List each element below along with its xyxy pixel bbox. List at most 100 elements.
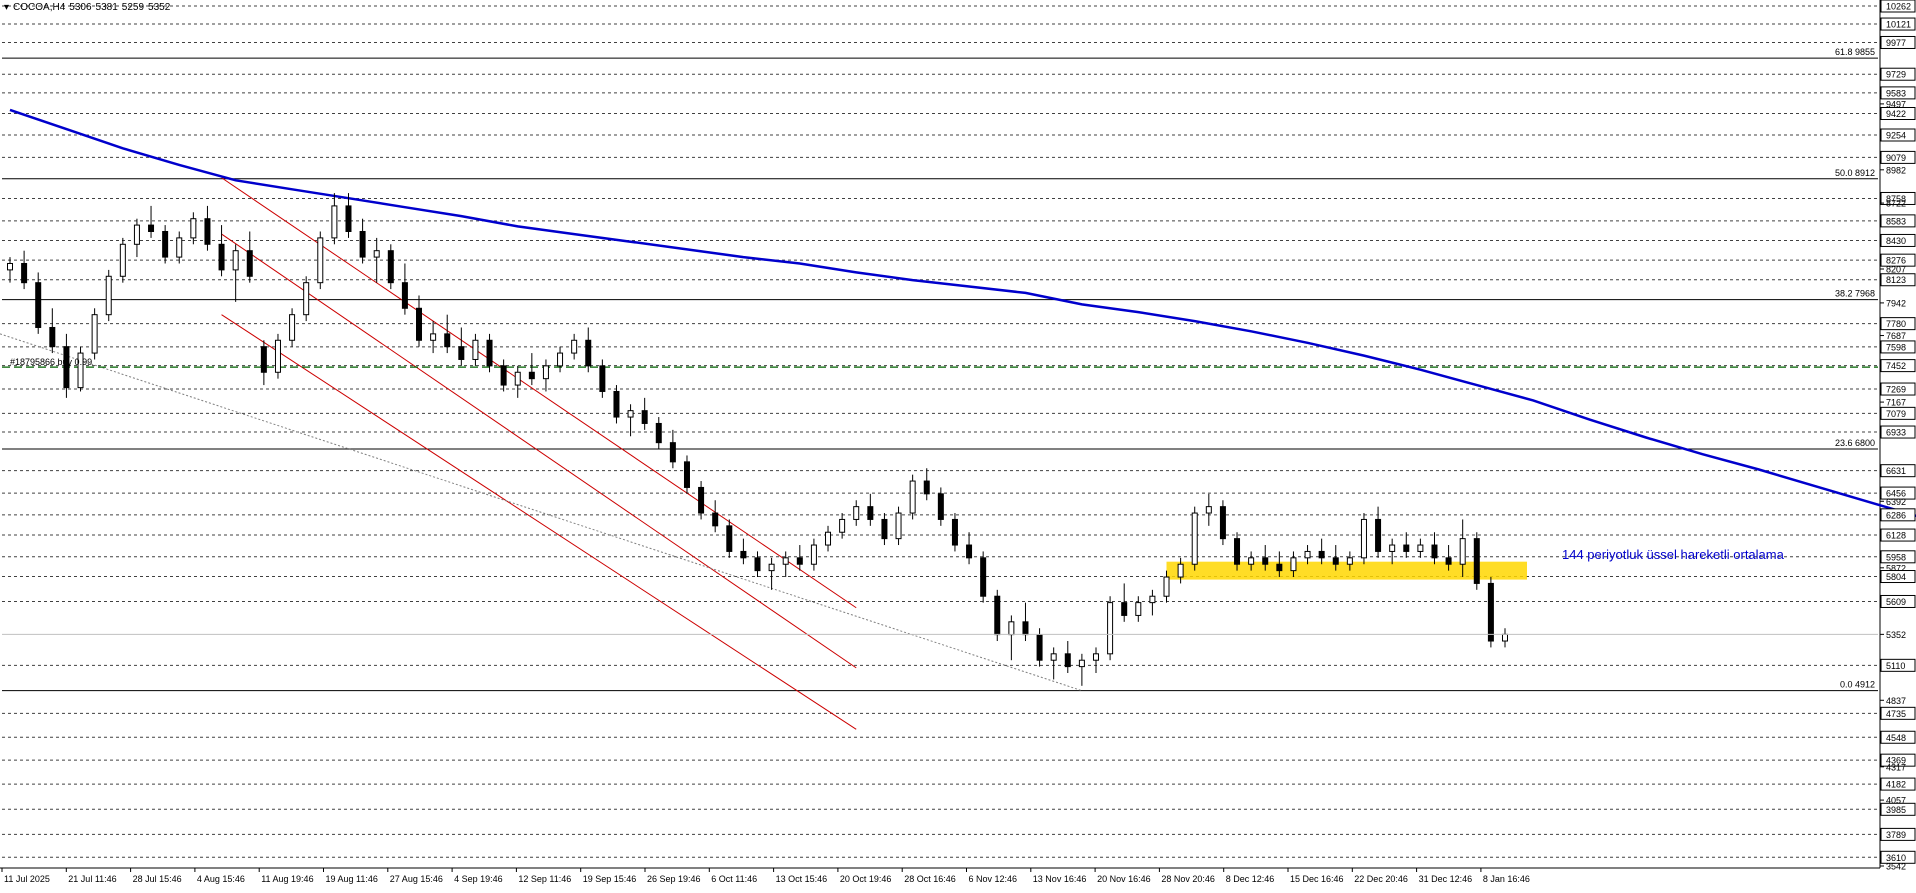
candle [1304, 545, 1311, 565]
candle [1318, 538, 1325, 565]
candle-body-down [613, 390, 620, 418]
candle [49, 308, 56, 354]
candle [500, 359, 507, 392]
candle-body-down [951, 518, 958, 546]
candle-body-down [599, 365, 606, 392]
candle [1417, 538, 1424, 558]
time-label: 22 Dec 20:46 [1354, 874, 1408, 884]
chart-area[interactable]: 61.8 9855 50.0 8912 38.2 7968 23.6 6800 0.0 … [0, 0, 1916, 888]
candle-body-up [895, 512, 902, 540]
chart-toggle-icon[interactable]: ▾ [4, 2, 9, 13]
candle [782, 551, 789, 578]
candle [232, 244, 239, 302]
ohlc-open: 5306 [69, 2, 92, 13]
candle [1375, 506, 1382, 558]
candle [77, 346, 84, 392]
support-trendline [0, 333, 1083, 692]
candle-body-up [1163, 576, 1170, 597]
candle-body-up [768, 563, 775, 572]
candle [1191, 506, 1198, 571]
candle-body-up [782, 557, 789, 565]
candle [105, 269, 112, 322]
candle-body-up [1459, 538, 1466, 565]
candle-body-down [796, 557, 803, 565]
candle-body-down [1487, 582, 1494, 642]
time-label: 28 Nov 20:46 [1161, 874, 1215, 884]
candle-body-up [1304, 550, 1311, 559]
candle [387, 244, 394, 290]
candle [683, 455, 690, 494]
candle [331, 193, 338, 245]
candle [317, 231, 324, 290]
candle [1389, 538, 1396, 565]
candle-body-down [980, 557, 987, 597]
price-label: 6128 [1886, 531, 1906, 541]
candle-body-down [1121, 602, 1128, 616]
candle-body-up [176, 237, 183, 258]
price-label: 8583 [1886, 216, 1906, 226]
candle [825, 525, 832, 552]
candle [655, 417, 662, 450]
price-label: 7780 [1886, 319, 1906, 329]
price-label: 7598 [1886, 342, 1906, 352]
candle [1502, 628, 1508, 648]
candle [994, 589, 1001, 642]
fib-label: 61.8 9855 [1835, 47, 1875, 57]
price-label: 9729 [1886, 70, 1906, 80]
candle [1135, 596, 1142, 622]
fib-label: 50.0 8912 [1835, 168, 1875, 178]
candle [1078, 653, 1085, 686]
candle [881, 513, 888, 546]
time-label: 6 Oct 11:46 [711, 874, 757, 884]
candle-body-up [105, 275, 112, 316]
candle-body-up [1502, 633, 1508, 642]
candle [1064, 641, 1071, 674]
ohlc-close: 5352 [148, 2, 171, 13]
candles [7, 193, 1508, 686]
candle [712, 500, 719, 533]
candle [416, 295, 423, 347]
price-label: 4837 [1886, 696, 1906, 706]
candle-body-up [1050, 653, 1057, 661]
price-label: 4735 [1886, 709, 1906, 719]
candle-body-up [1248, 557, 1255, 565]
time-label: 26 Sep 19:46 [647, 874, 701, 884]
candle-body-up [810, 544, 817, 565]
price-label: 7452 [1886, 361, 1906, 371]
candle [91, 308, 98, 360]
candle-body-down [881, 518, 888, 540]
price-label: 5804 [1886, 572, 1906, 582]
candle-body-down [218, 243, 225, 271]
support-line [0, 333, 1083, 692]
time-label: 4 Sep 19:46 [454, 874, 503, 884]
candle-body-up [289, 314, 296, 341]
candle-body-up [1360, 518, 1367, 559]
candle-body-up [1205, 506, 1212, 514]
candle-body-up [430, 333, 437, 341]
price-label: 3542 [1886, 862, 1906, 872]
time-axis[interactable]: 11 Jul 2025 21 Jul 11:46 28 Jul 15:46 4 Aug… [1, 868, 1530, 884]
candle [148, 205, 155, 238]
price-label: 9254 [1886, 131, 1906, 141]
candle-body-down [359, 230, 366, 258]
price-label: 6392 [1886, 497, 1906, 507]
candle [472, 333, 479, 366]
candle-body-down [1219, 506, 1226, 540]
candle-body-up [627, 410, 634, 418]
time-label: 31 Dec 12:46 [1419, 874, 1473, 884]
candle [176, 231, 183, 264]
candle-body-up [1078, 659, 1085, 668]
price-axis[interactable]: 1026210121997797299583949794229254907989… [2, 0, 1916, 872]
candle-body-down [1036, 634, 1043, 661]
candle-body-up [825, 531, 832, 546]
candle-body-down [585, 339, 592, 367]
candle [514, 365, 521, 398]
candle [1149, 589, 1156, 616]
candle [133, 218, 140, 258]
price-label: 7167 [1886, 398, 1906, 408]
price-chart[interactable]: 61.8 9855 50.0 8912 38.2 7968 23.6 6800 0.0 … [0, 0, 1916, 888]
candle-body-down [994, 595, 1001, 636]
candle-body-up [514, 371, 521, 386]
candle [923, 468, 930, 501]
grid-lines [0, 0, 1881, 869]
